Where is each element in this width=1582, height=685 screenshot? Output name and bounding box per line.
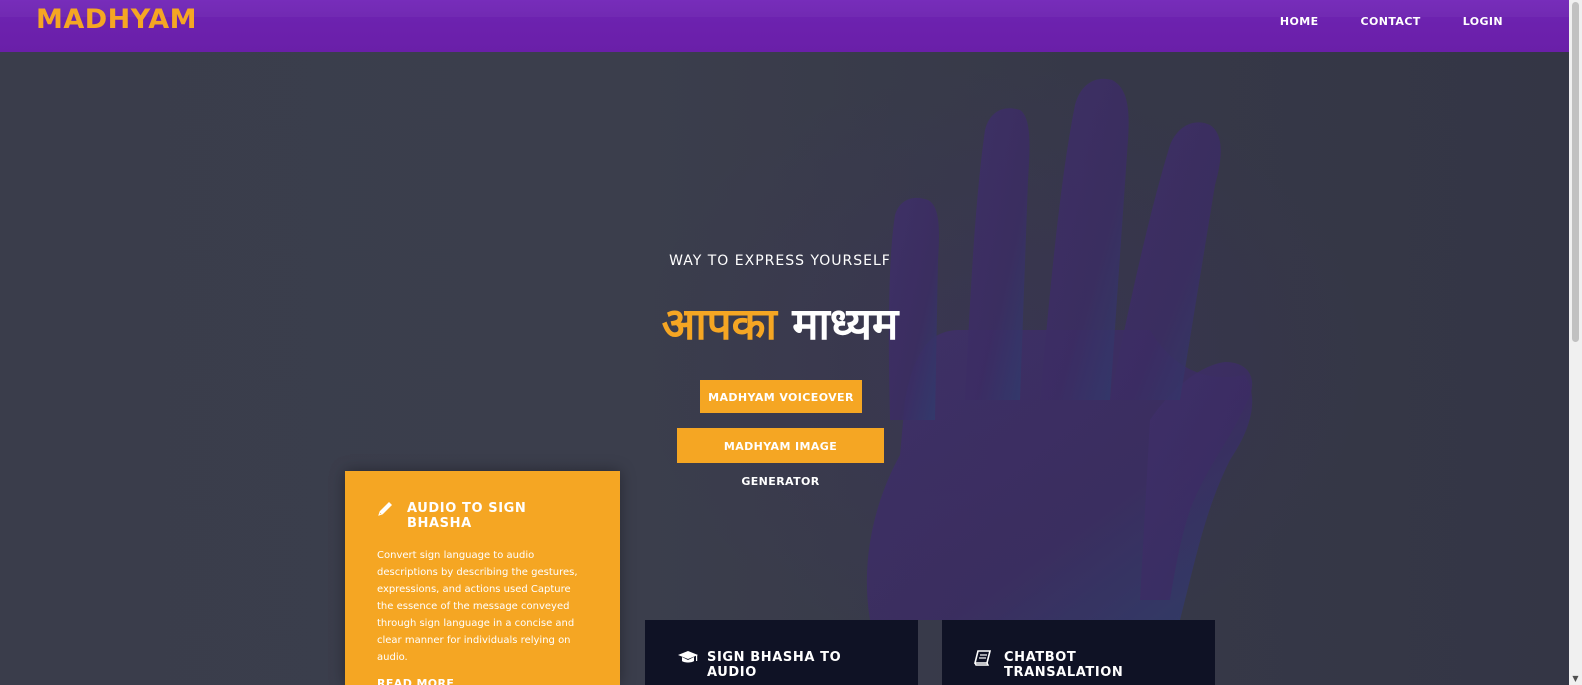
card-title-text: AUDIO TO SIGN BHASHA	[407, 501, 527, 531]
pencil-icon	[377, 501, 397, 517]
scrollbar-thumb[interactable]	[1572, 2, 1579, 342]
hero-title: आपका माध्यम	[0, 297, 1560, 353]
card-title: CHATBOT TRANSALATION	[973, 650, 1183, 680]
hero-title-orange: आपका	[661, 299, 777, 350]
hero-subtitle: WAY TO EXPRESS YOURSELF	[669, 253, 891, 269]
card-audio-to-sign: AUDIO TO SIGN BHASHA Convert sign langua…	[345, 471, 620, 685]
brand-logo[interactable]: MADHYAM	[36, 3, 197, 37]
nav-link-login[interactable]: LOGIN	[1463, 15, 1503, 29]
card-title: SIGN BHASHA TO AUDIO	[677, 650, 886, 680]
top-navbar: MADHYAM HOME CONTACT LOGIN	[0, 0, 1569, 52]
page: MADHYAM HOME CONTACT LOGIN WAY TO EXPRES…	[0, 0, 1582, 685]
nav-links: HOME CONTACT LOGIN	[1238, 15, 1503, 29]
scroll-down-arrow-icon[interactable]: ▼	[1571, 674, 1580, 683]
card-title: AUDIO TO SIGN BHASHA	[377, 501, 588, 531]
read-more-link[interactable]: READ MORE	[377, 677, 454, 685]
hero-title-white: माध्यम	[792, 299, 899, 350]
book-icon	[973, 650, 994, 666]
card-chatbot-translation: CHATBOT TRANSALATION	[942, 620, 1215, 685]
card-title-text: CHATBOT TRANSALATION	[1004, 650, 1124, 680]
card-description: Convert sign language to audio descripti…	[377, 550, 578, 663]
voiceover-button[interactable]: MADHYAM VOICEOVER	[700, 380, 862, 413]
graduation-cap-icon	[677, 650, 698, 666]
image-generator-button[interactable]: MADHYAM IMAGE GENERATOR	[677, 428, 884, 488]
card-sign-to-audio: SIGN BHASHA TO AUDIO	[645, 620, 918, 685]
nav-link-home[interactable]: HOME	[1280, 15, 1319, 29]
page-scrollbar[interactable]: ▼	[1569, 0, 1582, 685]
card-title-text: SIGN BHASHA TO AUDIO	[707, 650, 842, 680]
nav-link-contact[interactable]: CONTACT	[1361, 15, 1421, 29]
